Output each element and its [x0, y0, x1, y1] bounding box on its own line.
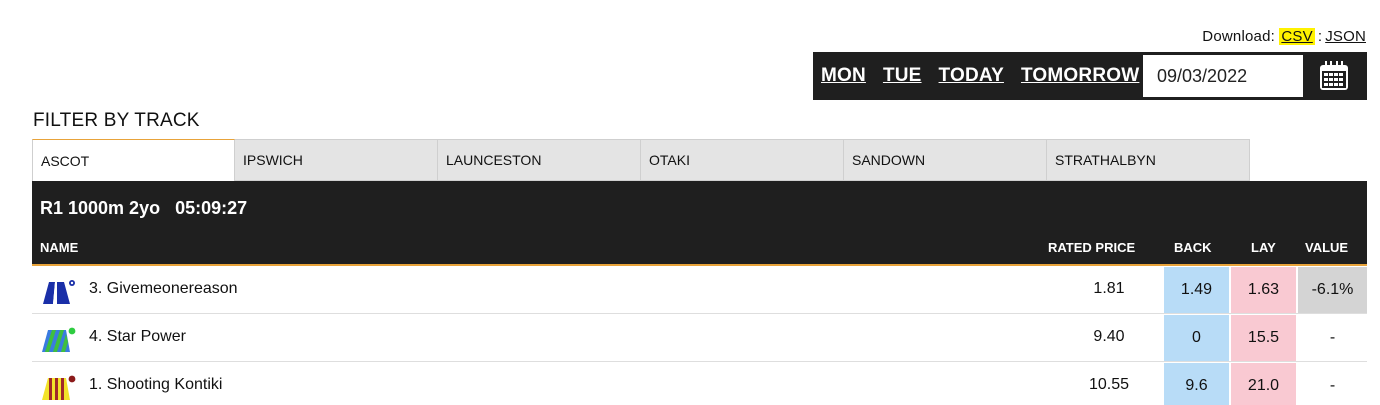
filter-by-track-title: FILTER BY TRACK: [33, 110, 200, 131]
date-input[interactable]: [1143, 55, 1303, 97]
day-link-mon[interactable]: MON: [821, 65, 866, 87]
value-cell: -6.1%: [1298, 267, 1367, 313]
back-price[interactable]: 0: [1164, 315, 1229, 361]
column-header-rated-price: RATED PRICE: [1048, 240, 1136, 255]
day-selector-bar: MON TUE TODAY TOMORROW: [813, 52, 1367, 100]
download-links: Download: CSV: JSON: [1202, 28, 1366, 45]
track-tabs: ASCOT IPSWICH LAUNCESTON OTAKI SANDOWN S…: [32, 139, 1250, 181]
column-header-name: NAME: [40, 240, 79, 255]
download-separator: :: [1317, 28, 1323, 45]
value-cell: -: [1329, 377, 1336, 394]
rated-price: 1.81: [1093, 280, 1125, 297]
table-row: 3. Givemeonereason 1.81 1.49 1.63 -6.1%: [32, 266, 1367, 314]
column-header-value: VALUE: [1305, 240, 1349, 255]
jockey-silk-icon: [43, 280, 75, 304]
value-cell: -: [1329, 329, 1336, 346]
tab-sandown[interactable]: SANDOWN: [844, 139, 1047, 181]
runner-name[interactable]: 4. Star Power: [89, 328, 186, 346]
column-header-back: BACK: [1174, 240, 1212, 255]
jockey-silk-icon: [42, 327, 76, 352]
race-title: R1 1000m 2yo 05:09:27: [40, 198, 248, 218]
day-link-tomorrow[interactable]: TOMORROW: [1021, 65, 1139, 87]
table-row: 4. Star Power 9.40 0 15.5 -: [32, 314, 1367, 362]
runner-name[interactable]: 3. Givemeonereason: [89, 280, 238, 298]
day-link-tue[interactable]: TUE: [883, 65, 922, 87]
race-header: R1 1000m 2yo 05:09:27 NAME RATED PRICE B…: [32, 181, 1367, 266]
tab-ascot[interactable]: ASCOT: [32, 139, 235, 181]
back-price[interactable]: 1.49: [1164, 267, 1229, 313]
json-download-link[interactable]: JSON: [1325, 28, 1366, 45]
runner-table: 3. Givemeonereason 1.81 1.49 1.63 -6.1% …: [32, 266, 1367, 405]
csv-download-link[interactable]: CSV: [1279, 28, 1315, 45]
runner-name[interactable]: 1. Shooting Kontiki: [89, 376, 222, 394]
rated-price: 10.55: [1088, 376, 1130, 393]
tab-ipswich[interactable]: IPSWICH: [235, 139, 438, 181]
jockey-silk-icon: [42, 375, 76, 400]
tab-launceston[interactable]: LAUNCESTON: [438, 139, 641, 181]
lay-price[interactable]: 15.5: [1231, 315, 1296, 361]
day-links: MON TUE TODAY TOMORROW: [821, 52, 1156, 100]
lay-price[interactable]: 21.0: [1231, 363, 1296, 405]
day-link-today[interactable]: TODAY: [939, 65, 1004, 87]
tab-otaki[interactable]: OTAKI: [641, 139, 844, 181]
column-header-lay: LAY: [1251, 240, 1276, 255]
lay-price[interactable]: 1.63: [1231, 267, 1296, 313]
calendar-icon[interactable]: [1318, 60, 1350, 92]
rated-price: 9.40: [1093, 328, 1125, 345]
download-label: Download:: [1202, 28, 1275, 45]
tab-strathalbyn[interactable]: STRATHALBYN: [1047, 139, 1250, 181]
table-row: 1. Shooting Kontiki 10.55 9.6 21.0 -: [32, 362, 1367, 405]
back-price[interactable]: 9.6: [1164, 363, 1229, 405]
